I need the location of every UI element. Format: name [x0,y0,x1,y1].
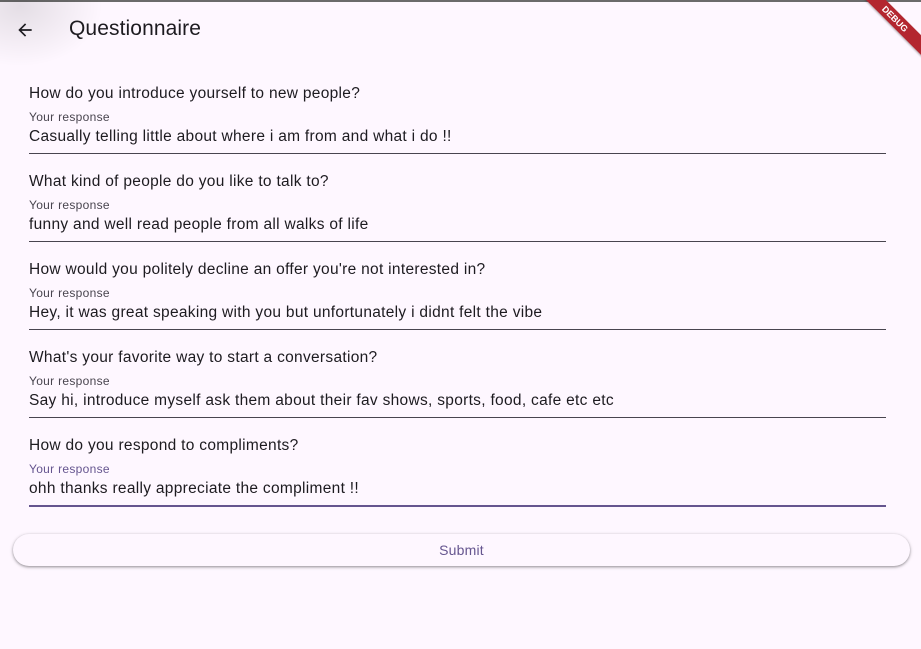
debug-banner-label: DEBUG [861,0,921,60]
question-field-4: What's your favorite way to start a conv… [29,348,886,436]
app-bar: Questionnaire [0,0,921,72]
response-input[interactable] [29,302,886,324]
question-label: What kind of people do you like to talk … [29,173,329,190]
question-field-1: How do you introduce yourself to new peo… [29,84,886,172]
response-input[interactable] [29,214,886,236]
questionnaire-form: How do you introduce yourself to new peo… [29,84,886,524]
response-field[interactable]: Your response [29,282,886,330]
response-input[interactable] [29,126,886,148]
question-label: What's your favorite way to start a conv… [29,349,378,366]
question-label: How do you respond to compliments? [29,437,299,454]
response-input[interactable] [29,390,886,412]
arrow-back-icon [18,23,32,37]
response-field[interactable]: Your response [29,370,886,418]
response-input[interactable] [29,478,886,500]
response-label: Your response [29,286,110,300]
page-title: Questionnaire [69,17,202,40]
response-label: Your response [29,198,110,212]
debug-banner: DEBUG [861,0,921,60]
question-label: How would you politely decline an offer … [29,261,486,278]
response-field[interactable]: Your response [29,106,886,154]
submit-button[interactable]: Submit [13,534,910,566]
response-field[interactable]: Your response [29,194,886,242]
response-label: Your response [29,110,110,124]
response-field-focused[interactable]: Your response [29,458,886,507]
question-field-2: What kind of people do you like to talk … [29,172,886,260]
response-label: Your response [29,462,110,476]
question-field-3: How would you politely decline an offer … [29,260,886,348]
question-field-5: How do you respond to compliments? Your … [29,436,886,524]
question-label: How do you introduce yourself to new peo… [29,85,361,102]
response-label: Your response [29,374,110,388]
back-button[interactable] [0,0,110,72]
